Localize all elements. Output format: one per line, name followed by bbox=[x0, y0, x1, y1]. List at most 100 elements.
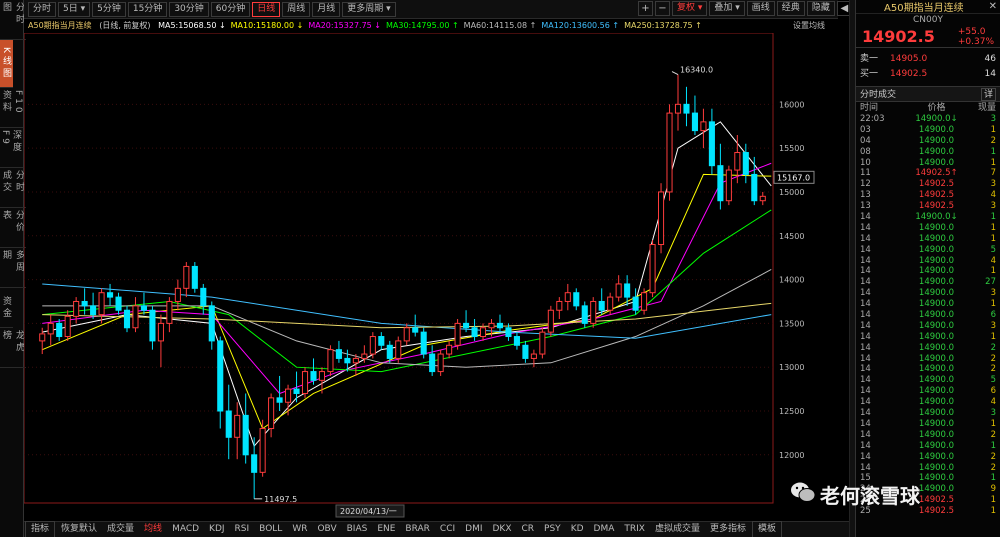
candle-body[interactable] bbox=[90, 305, 97, 316]
indicator-tab-2[interactable]: 成交量 bbox=[102, 522, 139, 537]
candle-body[interactable] bbox=[590, 300, 597, 324]
indicator-tab-21[interactable]: 虚拟成交量 bbox=[650, 522, 705, 537]
indicator-tab-17[interactable]: PSY bbox=[539, 522, 566, 537]
candle-body[interactable] bbox=[496, 322, 504, 329]
indicator-tab-14[interactable]: DMI bbox=[460, 522, 487, 537]
period-tab-2[interactable]: 5分钟 bbox=[92, 1, 126, 17]
candle-body[interactable] bbox=[47, 322, 54, 335]
candle-body[interactable] bbox=[268, 397, 275, 430]
left-tab-6[interactable]: 多周期 bbox=[0, 248, 26, 288]
candle-body[interactable] bbox=[488, 322, 495, 329]
adjust-dropdown[interactable]: 复权 ▾ bbox=[672, 1, 708, 16]
candle-body[interactable] bbox=[734, 152, 741, 171]
candle-body[interactable] bbox=[429, 353, 436, 373]
candle-body[interactable] bbox=[191, 265, 198, 289]
left-tab-8[interactable]: 龙虎榜 bbox=[0, 328, 26, 368]
close-icon[interactable]: ✕ bbox=[989, 1, 997, 12]
candle-body[interactable] bbox=[412, 327, 419, 333]
candle-body[interactable] bbox=[234, 414, 241, 438]
candle-body[interactable] bbox=[73, 300, 80, 317]
kline-chart[interactable]: 12000 12500 13000 13500 14000 14500 15000 15500… bbox=[23, 32, 838, 521]
candle-body[interactable] bbox=[123, 309, 131, 329]
candle-body[interactable] bbox=[64, 315, 71, 338]
indicator-tab-8[interactable]: WR bbox=[287, 522, 312, 537]
ma-settings-link[interactable]: 设置均线 bbox=[793, 19, 825, 33]
candle-body[interactable] bbox=[251, 454, 258, 473]
candle-body[interactable] bbox=[700, 121, 707, 132]
indicator-tab-1[interactable]: 恢复默认 bbox=[56, 522, 102, 537]
candle-body[interactable] bbox=[81, 300, 88, 307]
candle-body[interactable] bbox=[598, 300, 605, 311]
zoom-in-button[interactable]: + bbox=[638, 1, 653, 16]
candle-body[interactable] bbox=[632, 296, 639, 311]
candle-body[interactable] bbox=[725, 169, 732, 202]
indicator-tab-5[interactable]: KDJ bbox=[204, 522, 230, 537]
indicator-tab-15[interactable]: DKX bbox=[488, 522, 517, 537]
candle-body[interactable] bbox=[742, 152, 749, 175]
candle-body[interactable] bbox=[657, 191, 665, 246]
candle-body[interactable] bbox=[556, 300, 563, 311]
kline-svg[interactable]: 12000 12500 13000 13500 14000 14500 15000 15500… bbox=[23, 32, 838, 521]
period-tab-6[interactable]: 日线 bbox=[252, 1, 281, 17]
candle-body[interactable] bbox=[641, 292, 648, 311]
candle-body[interactable] bbox=[463, 322, 470, 329]
indicator-tab-23[interactable]: 模板 bbox=[752, 521, 783, 537]
indicator-tab-18[interactable]: KD bbox=[566, 522, 589, 537]
indicator-tab-12[interactable]: BRAR bbox=[400, 522, 434, 537]
candle-body[interactable] bbox=[403, 327, 410, 342]
candle-body[interactable] bbox=[149, 309, 156, 342]
overlay-dropdown[interactable]: 叠加 ▾ bbox=[709, 1, 745, 16]
candle-body[interactable] bbox=[674, 103, 682, 114]
candle-body[interactable] bbox=[39, 333, 46, 342]
candle-body[interactable] bbox=[539, 331, 546, 355]
left-tab-7[interactable]: 资金 bbox=[0, 288, 13, 328]
candle-body[interactable] bbox=[293, 388, 300, 394]
candle-body[interactable] bbox=[479, 327, 487, 338]
classic-button[interactable]: 经典 bbox=[776, 1, 805, 16]
candle-body[interactable] bbox=[276, 397, 283, 403]
candle-body[interactable] bbox=[386, 344, 393, 359]
candle-body[interactable] bbox=[242, 414, 249, 456]
left-tab-4[interactable]: 分时成交 bbox=[0, 168, 26, 208]
candle-body[interactable] bbox=[564, 292, 571, 302]
period-tab-8[interactable]: 月线 bbox=[312, 1, 341, 17]
candle-body[interactable] bbox=[183, 265, 190, 289]
candle-body[interactable] bbox=[200, 287, 207, 307]
left-tab-0[interactable]: 分时图 bbox=[0, 0, 26, 40]
candle-body[interactable] bbox=[208, 305, 215, 342]
candle-body[interactable] bbox=[615, 283, 622, 298]
candle-body[interactable] bbox=[115, 296, 122, 311]
period-tab-0[interactable]: 分时 bbox=[28, 1, 57, 17]
indicator-tab-13[interactable]: CCI bbox=[435, 522, 460, 537]
candle-body[interactable] bbox=[225, 410, 232, 438]
candle-body[interactable] bbox=[285, 388, 292, 403]
candle-body[interactable] bbox=[683, 103, 690, 114]
candle-body[interactable] bbox=[352, 357, 359, 364]
candle-body[interactable] bbox=[259, 428, 266, 473]
indicator-tab-16[interactable]: CR bbox=[517, 522, 540, 537]
candle-body[interactable] bbox=[649, 244, 656, 294]
indicator-tab-6[interactable]: RSI bbox=[230, 522, 255, 537]
indicator-tab-19[interactable]: DMA bbox=[589, 522, 620, 537]
candle-body[interactable] bbox=[717, 165, 724, 202]
candle-body[interactable] bbox=[759, 195, 766, 202]
period-tab-3[interactable]: 15分钟 bbox=[127, 1, 168, 17]
candle-body[interactable] bbox=[327, 349, 334, 373]
candle-body[interactable] bbox=[395, 340, 402, 359]
indicator-tab-20[interactable]: TRIX bbox=[619, 522, 650, 537]
detail-button[interactable]: 详 bbox=[980, 88, 996, 101]
candle-body[interactable] bbox=[335, 349, 342, 359]
candle-body[interactable] bbox=[691, 112, 698, 132]
candle-body[interactable] bbox=[98, 292, 105, 316]
period-tab-7[interactable]: 周线 bbox=[282, 1, 311, 17]
candle-body[interactable] bbox=[344, 357, 351, 364]
candle-body[interactable] bbox=[140, 305, 148, 311]
candle-body[interactable] bbox=[369, 336, 376, 355]
hide-button[interactable]: 隐藏 bbox=[806, 1, 835, 16]
candle-body[interactable] bbox=[56, 322, 63, 338]
indicator-tab-4[interactable]: MACD bbox=[167, 522, 204, 537]
candle-body[interactable] bbox=[217, 340, 224, 412]
candle-body[interactable] bbox=[607, 296, 614, 311]
left-tab-5[interactable]: 分价表 bbox=[0, 208, 26, 248]
candle-body[interactable] bbox=[420, 331, 427, 355]
